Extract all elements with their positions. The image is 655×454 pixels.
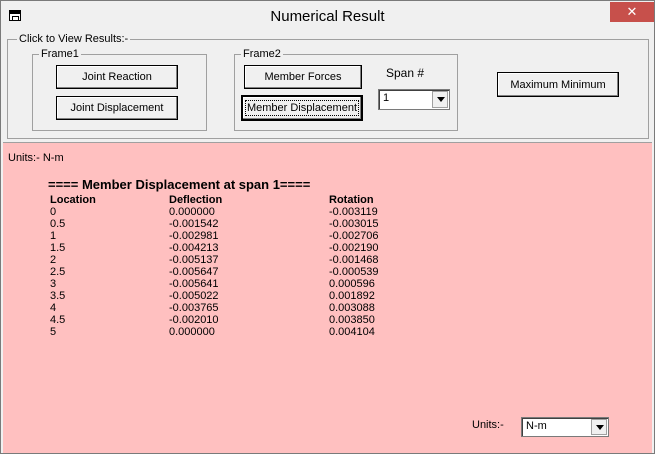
chevron-down-icon[interactable] bbox=[432, 91, 448, 108]
numerical-result-window: Numerical Result ✕ Click to View Results… bbox=[0, 0, 655, 454]
deflection-cell: -0.005022 bbox=[169, 290, 219, 302]
location-cell: 3 bbox=[50, 278, 57, 290]
units-label: Units:- bbox=[472, 419, 504, 431]
click-to-view-label: Click to View Results:- bbox=[17, 33, 131, 45]
deflection-cell: -0.001542 bbox=[169, 218, 219, 230]
location-cell: 0.5 bbox=[50, 218, 66, 230]
units-display: Units:- N-m bbox=[8, 152, 64, 164]
location-cell: 5 bbox=[50, 326, 57, 338]
frame2-group: Frame2 Member Forces Member Displacement… bbox=[234, 48, 458, 131]
column-header-deflection: Deflection bbox=[169, 194, 223, 206]
window-title: Numerical Result bbox=[270, 8, 385, 25]
location-cell: 0 bbox=[50, 206, 57, 218]
table-row: 4.5 -0.002010 0.003850 bbox=[50, 314, 429, 326]
column-header-location: Location bbox=[50, 194, 96, 206]
table-row: 4 -0.003765 0.003088 bbox=[50, 302, 429, 314]
span-select[interactable]: 1 bbox=[378, 89, 450, 110]
table-header-row: Location Deflection Rotation bbox=[50, 194, 429, 206]
rotation-cell: 0.000596 bbox=[329, 278, 375, 290]
displacement-table: Location Deflection Rotation 0 0.000000 -0… bbox=[50, 194, 429, 338]
click-to-view-group: Click to View Results:- Frame1 Joint Rea… bbox=[7, 33, 649, 139]
units-select[interactable]: N-m bbox=[521, 417, 609, 437]
member-displacement-button[interactable]: Member Displacement bbox=[241, 95, 363, 121]
results-selector-panel: Click to View Results:- Frame1 Joint Rea… bbox=[3, 32, 652, 142]
table-row: 2 -0.005137 -0.001468 bbox=[50, 254, 429, 266]
close-button[interactable]: ✕ bbox=[610, 2, 654, 22]
rotation-cell: 0.001892 bbox=[329, 290, 375, 302]
frame2-label: Frame2 bbox=[241, 48, 283, 60]
maximum-minimum-button[interactable]: Maximum Minimum bbox=[497, 72, 619, 97]
rotation-cell: -0.003015 bbox=[329, 218, 379, 230]
table-row: 1 -0.002981 -0.002706 bbox=[50, 230, 429, 242]
table-row: 3 -0.005641 0.000596 bbox=[50, 278, 429, 290]
rotation-cell: -0.000539 bbox=[329, 266, 379, 278]
deflection-cell: -0.005137 bbox=[169, 254, 219, 266]
deflection-cell: -0.004213 bbox=[169, 242, 219, 254]
location-cell: 1.5 bbox=[50, 242, 66, 254]
deflection-cell: 0.000000 bbox=[169, 206, 215, 218]
deflection-cell: -0.002010 bbox=[169, 314, 219, 326]
location-cell: 2.5 bbox=[50, 266, 66, 278]
deflection-cell: -0.003765 bbox=[169, 302, 219, 314]
table-row: 0 0.000000 -0.003119 bbox=[50, 206, 429, 218]
deflection-cell: -0.005641 bbox=[169, 278, 219, 290]
rotation-cell: -0.003119 bbox=[329, 206, 378, 218]
rotation-cell: -0.001468 bbox=[329, 254, 379, 266]
frame1-label: Frame1 bbox=[39, 48, 81, 60]
span-select-value: 1 bbox=[383, 92, 390, 104]
span-label: Span # bbox=[386, 66, 425, 80]
location-cell: 1 bbox=[50, 230, 57, 242]
deflection-cell: -0.002981 bbox=[169, 230, 219, 242]
table-row: 5 0.000000 0.004104 bbox=[50, 326, 429, 338]
close-icon: ✕ bbox=[626, 4, 638, 19]
rotation-cell: -0.002706 bbox=[329, 230, 379, 242]
table-row: 3.5 -0.005022 0.001892 bbox=[50, 290, 429, 302]
location-cell: 4.5 bbox=[50, 314, 66, 326]
location-cell: 4 bbox=[50, 302, 57, 314]
title-bar[interactable]: Numerical Result ✕ bbox=[1, 1, 654, 32]
rotation-cell: 0.003850 bbox=[329, 314, 375, 326]
location-cell: 3.5 bbox=[50, 290, 66, 302]
rotation-cell: 0.004104 bbox=[329, 326, 375, 338]
joint-reaction-button[interactable]: Joint Reaction bbox=[56, 65, 178, 89]
column-header-rotation: Rotation bbox=[329, 194, 374, 206]
results-output-area: Units:- N-m ==== Member Displacement at … bbox=[3, 142, 652, 453]
rotation-cell: -0.002190 bbox=[329, 242, 379, 254]
table-row: 1.5 -0.004213 -0.002190 bbox=[50, 242, 429, 254]
joint-displacement-button[interactable]: Joint Displacement bbox=[56, 96, 178, 120]
chevron-down-icon[interactable] bbox=[591, 419, 607, 435]
rotation-cell: 0.003088 bbox=[329, 302, 375, 314]
results-heading: ==== Member Displacement at span 1==== bbox=[48, 177, 311, 192]
deflection-cell: 0.000000 bbox=[169, 326, 215, 338]
location-cell: 2 bbox=[50, 254, 57, 266]
results-output: ==== Member Displacement at span 1==== L… bbox=[48, 177, 429, 338]
table-row: 0.5 -0.001542 -0.003015 bbox=[50, 218, 429, 230]
units-select-value: N-m bbox=[526, 420, 547, 432]
member-forces-button[interactable]: Member Forces bbox=[244, 65, 362, 89]
table-row: 2.5 -0.005647 -0.000539 bbox=[50, 266, 429, 278]
frame1-group: Frame1 Joint Reaction Joint Displacement bbox=[32, 48, 207, 131]
deflection-cell: -0.005647 bbox=[169, 266, 219, 278]
